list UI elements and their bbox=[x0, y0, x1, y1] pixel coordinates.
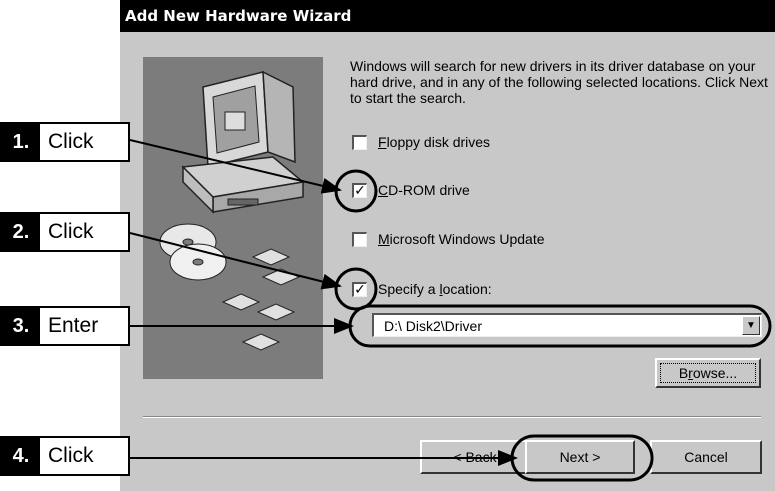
arrow-1 bbox=[129, 139, 342, 194]
callout-number: 4. bbox=[2, 438, 40, 474]
callout-number: 2. bbox=[2, 214, 40, 250]
arrow-2 bbox=[129, 232, 342, 290]
callout-text: Enter bbox=[48, 314, 99, 337]
callout-number: 3. bbox=[2, 308, 40, 344]
callout-text: Click bbox=[48, 220, 94, 243]
highlight-oval-path bbox=[348, 304, 772, 348]
highlight-circle-cdrom bbox=[334, 169, 378, 213]
highlight-circle-location bbox=[334, 267, 378, 311]
callout-text: Click bbox=[48, 444, 94, 467]
callout-2: 2. Click bbox=[0, 212, 130, 252]
highlight-oval-next bbox=[510, 434, 654, 482]
callout-number: 1. bbox=[2, 124, 40, 160]
callout-1: 1. Click bbox=[0, 122, 130, 162]
callout-3: 3. Enter bbox=[0, 306, 130, 346]
callout-4: 4. Click bbox=[0, 436, 130, 476]
callout-text: Click bbox=[48, 130, 94, 153]
